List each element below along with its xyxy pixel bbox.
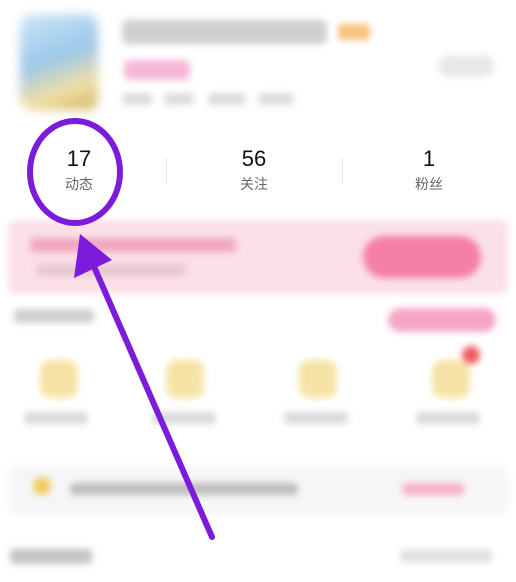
arrow-shaft	[89, 259, 215, 540]
annotation-arrow	[74, 234, 215, 540]
